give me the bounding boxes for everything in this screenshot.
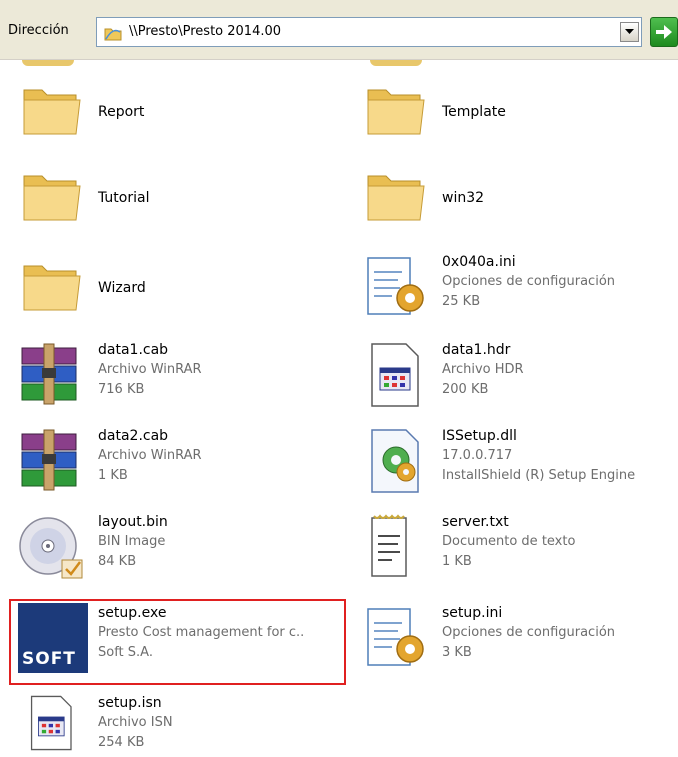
winrar-archive-icon — [21, 429, 77, 491]
folder-icon — [367, 175, 425, 221]
soft-logo-text: SOFT — [22, 649, 76, 669]
item-type: Opciones de configuración — [442, 625, 616, 640]
item-size: 84 KB — [98, 554, 137, 569]
item-name: data1.cab — [98, 342, 169, 358]
folder-icon — [23, 175, 81, 221]
item-version: 17.0.0.717 — [442, 448, 513, 463]
item-labels: data1.cab Archivo WinRAR 716 KB — [98, 340, 202, 400]
generic-file-icon — [30, 695, 72, 751]
folder-peek — [22, 60, 74, 66]
item-labels: data1.hdr Archivo HDR 200 KB — [442, 340, 524, 400]
file-item[interactable]: data2.cab Archivo WinRAR 1 KB — [18, 426, 338, 506]
dll-file-icon — [371, 429, 419, 493]
address-bar: Dirección \\Presto\Presto 2014.00 — [0, 0, 678, 60]
file-item[interactable]: win32 — [362, 162, 662, 242]
chevron-down-icon — [625, 29, 634, 34]
item-description: Presto Cost management for c.. — [98, 625, 305, 640]
item-type: BIN Image — [98, 534, 166, 549]
item-labels: data2.cab Archivo WinRAR 1 KB — [98, 426, 202, 486]
file-item[interactable]: ISSetup.dll 17.0.0.717 InstallShield (R)… — [362, 426, 678, 506]
item-type: Archivo ISN — [98, 715, 173, 730]
item-name: 0x040a.ini — [442, 254, 516, 270]
file-item[interactable]: Tutorial — [18, 162, 338, 242]
folder-icon — [23, 265, 81, 311]
item-name: layout.bin — [98, 514, 168, 530]
file-item[interactable]: layout.bin BIN Image 84 KB — [18, 512, 338, 592]
item-size: 3 KB — [442, 645, 472, 660]
address-label: Dirección — [8, 23, 69, 38]
item-size: 1 KB — [98, 468, 128, 483]
item-type: Archivo WinRAR — [98, 362, 202, 377]
item-company: Soft S.A. — [98, 645, 153, 660]
file-item[interactable]: data1.hdr Archivo HDR 200 KB — [362, 340, 672, 420]
soft-app-icon: SOFT — [18, 603, 88, 673]
item-type: Archivo WinRAR — [98, 448, 202, 463]
file-item[interactable]: setup.ini Opciones de configuración 3 KB — [362, 603, 672, 683]
item-size: 716 KB — [98, 382, 145, 397]
item-labels: layout.bin BIN Image 84 KB — [98, 512, 168, 572]
file-item[interactable]: Template — [362, 76, 662, 156]
item-name: setup.exe — [98, 605, 167, 621]
item-name: Wizard — [98, 280, 146, 296]
config-file-icon — [367, 257, 424, 315]
item-labels: setup.isn Archivo ISN 254 KB — [98, 693, 173, 753]
item-name: setup.isn — [98, 695, 162, 711]
network-folder-icon — [104, 28, 122, 41]
item-labels: server.txt Documento de texto 1 KB — [442, 512, 575, 572]
item-labels: setup.exe Presto Cost management for c..… — [98, 603, 304, 663]
item-labels: ISSetup.dll 17.0.0.717 InstallShield (R)… — [442, 426, 635, 486]
generic-file-icon — [371, 343, 419, 407]
file-item-selected[interactable]: SOFT setup.exe Presto Cost management fo… — [18, 603, 344, 683]
file-item[interactable]: 0x040a.ini Opciones de configuración 25 … — [362, 252, 672, 332]
text-file-icon — [371, 514, 407, 577]
item-name: data1.hdr — [442, 342, 511, 358]
folder-peek — [370, 60, 422, 66]
item-name: Report — [98, 104, 145, 120]
file-item[interactable]: Wizard — [18, 252, 338, 332]
item-description: InstallShield (R) Setup Engine — [442, 468, 636, 483]
item-name: server.txt — [442, 514, 509, 530]
item-name: win32 — [442, 190, 485, 206]
folder-icon — [367, 89, 425, 135]
item-size: 254 KB — [98, 735, 145, 750]
toolbar-strip — [0, 0, 678, 14]
file-item[interactable]: setup.isn Archivo ISN 254 KB — [18, 693, 338, 757]
item-name: ISSetup.dll — [442, 428, 517, 444]
item-labels: setup.ini Opciones de configuración 3 KB — [442, 603, 615, 663]
item-type: Archivo HDR — [442, 362, 524, 377]
item-labels: 0x040a.ini Opciones de configuración 25 … — [442, 252, 615, 312]
address-input[interactable]: \\Presto\Presto 2014.00 — [96, 17, 642, 47]
folder-icon — [23, 89, 81, 135]
item-size: 200 KB — [442, 382, 489, 397]
item-name: setup.ini — [442, 605, 503, 621]
item-type: Documento de texto — [442, 534, 576, 549]
item-size: 25 KB — [442, 294, 481, 309]
go-arrow-icon — [656, 25, 672, 39]
address-dropdown-button[interactable] — [620, 22, 639, 42]
item-type: Opciones de configuración — [442, 274, 616, 289]
item-name: Tutorial — [98, 190, 150, 206]
item-name: Template — [442, 104, 506, 120]
item-name: data2.cab — [98, 428, 169, 444]
file-item[interactable]: data1.cab Archivo WinRAR 716 KB — [18, 340, 338, 420]
winrar-archive-icon — [21, 343, 77, 405]
item-size: 1 KB — [442, 554, 472, 569]
file-item[interactable]: server.txt Documento de texto 1 KB — [362, 512, 672, 592]
go-button[interactable] — [650, 17, 678, 47]
config-file-icon — [367, 608, 424, 666]
disc-image-icon — [19, 517, 83, 579]
file-item[interactable]: Report — [18, 76, 338, 156]
address-path: \\Presto\Presto 2014.00 — [129, 24, 282, 39]
